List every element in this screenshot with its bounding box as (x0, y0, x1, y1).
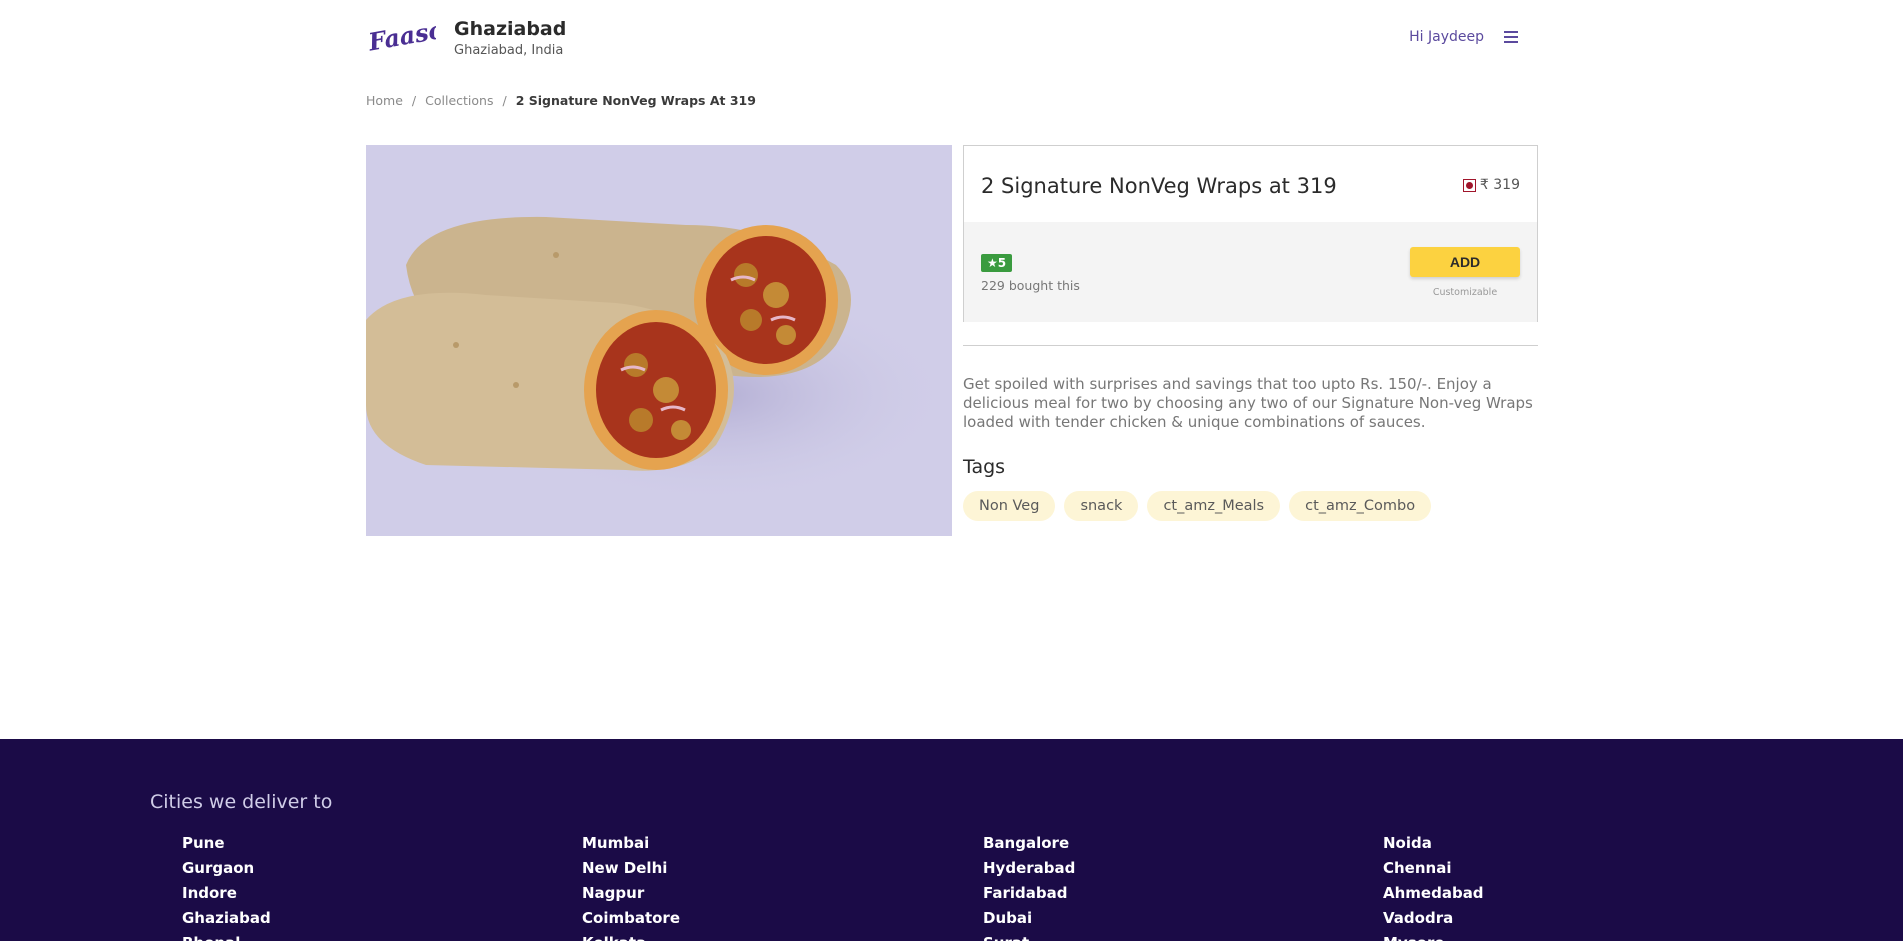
add-button[interactable]: ADD (1410, 247, 1520, 277)
product-card-header: 2 Signature NonVeg Wraps at 319 ₹ 319 (964, 146, 1537, 222)
footer: Cities we deliver to Pune Gurgaon Indore… (0, 739, 1903, 941)
bought-count: 229 bought this (981, 278, 1080, 293)
city-link[interactable]: Mysore (1383, 933, 1484, 941)
cities-column: Noida Chennai Ahmedabad Vadodra Mysore (1383, 833, 1484, 941)
product-title: 2 Signature NonVeg Wraps at 319 (981, 174, 1337, 198)
cities-column: Bangalore Hyderabad Faridabad Dubai Sura… (983, 833, 1075, 941)
city-link[interactable]: Vadodra (1383, 908, 1484, 933)
cities-column: Pune Gurgaon Indore Ghaziabad Bhopal (182, 833, 271, 941)
tags-list: Non Veg snack ct_amz_Meals ct_amz_Combo (963, 491, 1432, 521)
city-link[interactable]: Indore (182, 883, 271, 908)
city-link[interactable]: Pune (182, 833, 271, 858)
city-link[interactable]: Faridabad (983, 883, 1075, 908)
city-link[interactable]: Gurgaon (182, 858, 271, 883)
city-link[interactable]: Surat (983, 933, 1075, 941)
divider (963, 345, 1538, 346)
city-link[interactable]: Kolkata (582, 933, 680, 941)
city-link[interactable]: Chennai (1383, 858, 1484, 883)
product-description: Get spoiled with surprises and savings t… (963, 375, 1533, 431)
city-link[interactable]: Bhopal (182, 933, 271, 941)
breadcrumb-separator: / (502, 93, 507, 108)
breadcrumb: Home / Collections / 2 Signature NonVeg … (366, 93, 756, 108)
price: ₹ 319 (1462, 177, 1520, 193)
faasos-logo[interactable]: Faasos (366, 12, 436, 58)
city-link[interactable]: Nagpur (582, 883, 680, 908)
breadcrumb-separator: / (411, 93, 417, 108)
breadcrumb-home[interactable]: Home (366, 93, 403, 108)
tags-heading: Tags (963, 456, 1006, 478)
city-link[interactable]: Dubai (983, 908, 1075, 933)
breadcrumb-current: 2 Signature NonVeg Wraps At 319 (515, 93, 756, 108)
tag-chip[interactable]: snack (1064, 491, 1139, 521)
non-veg-indicator-icon (1462, 178, 1476, 192)
cities-list: Pune Gurgaon Indore Ghaziabad Bhopal Mum… (182, 833, 1782, 941)
city-link[interactable]: Ghaziabad (182, 908, 271, 933)
svg-text:Faasos: Faasos (366, 12, 436, 56)
product-card-actions: ★5 229 bought this ADD Customizable (964, 222, 1537, 322)
location-title[interactable]: Ghaziabad (454, 18, 566, 40)
breadcrumb-collections[interactable]: Collections (425, 93, 493, 108)
location-subtitle[interactable]: Ghaziabad, India (454, 43, 563, 58)
tag-chip[interactable]: ct_amz_Meals (1147, 491, 1281, 521)
city-link[interactable]: Hyderabad (983, 858, 1075, 883)
price-value: ₹ 319 (1479, 177, 1520, 193)
tag-chip[interactable]: ct_amz_Combo (1289, 491, 1432, 521)
user-greeting[interactable]: Hi Jaydeep (1409, 29, 1484, 45)
city-link[interactable]: Coimbatore (582, 908, 680, 933)
footer-cities-title: Cities we deliver to (150, 791, 333, 813)
product-image (366, 145, 952, 536)
city-link[interactable]: Noida (1383, 833, 1484, 858)
hamburger-menu-icon[interactable] (1504, 31, 1518, 43)
city-link[interactable]: New Delhi (582, 858, 680, 883)
customizable-label: Customizable (1432, 287, 1498, 298)
header: Faasos Ghaziabad Ghaziabad, India Hi Jay… (366, 12, 1536, 64)
cities-column: Mumbai New Delhi Nagpur Coimbatore Kolka… (582, 833, 680, 941)
rating-badge: ★5 (981, 254, 1013, 272)
city-link[interactable]: Mumbai (582, 833, 680, 858)
tag-chip[interactable]: Non Veg (963, 491, 1056, 521)
city-link[interactable]: Ahmedabad (1383, 883, 1484, 908)
city-link[interactable]: Bangalore (983, 833, 1075, 858)
product-card: 2 Signature NonVeg Wraps at 319 ₹ 319 ★5… (963, 145, 1538, 322)
